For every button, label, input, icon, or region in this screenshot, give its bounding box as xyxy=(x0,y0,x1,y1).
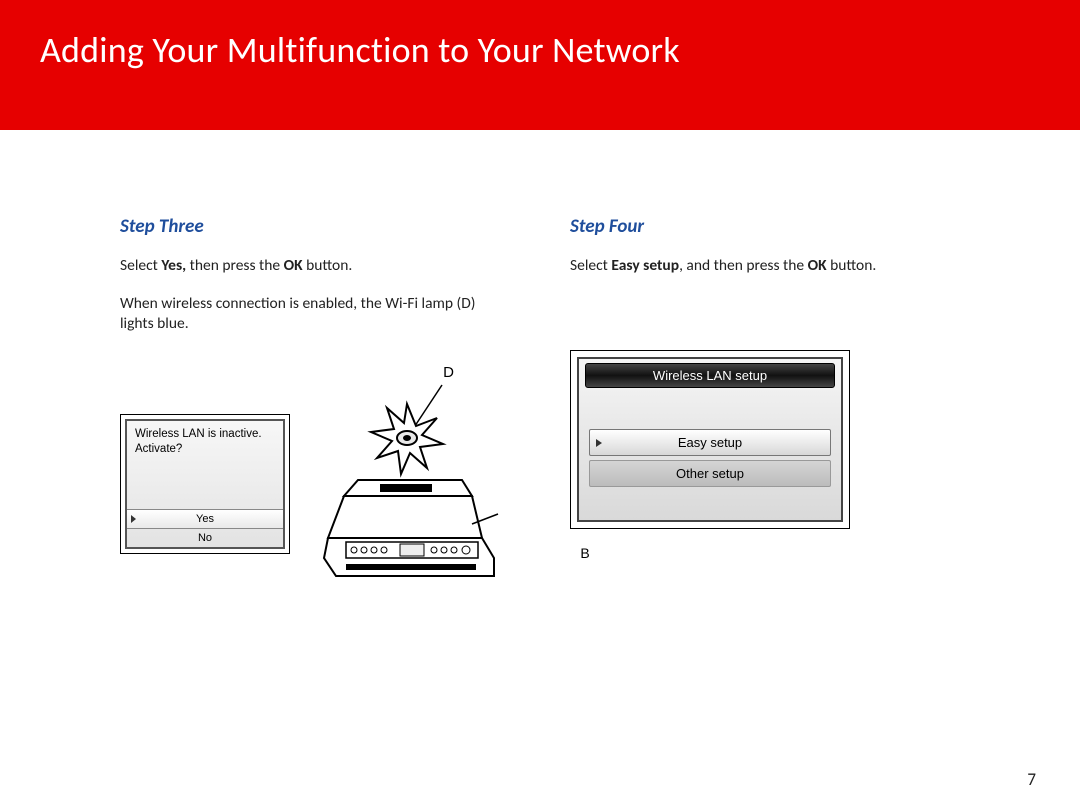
page-number: 7 xyxy=(1027,769,1036,790)
dialog-option-yes: Yes xyxy=(127,509,283,529)
printer-icon xyxy=(314,383,504,583)
slide-title: Adding Your Multifunction to Your Networ… xyxy=(40,28,1080,72)
option-easy-setup: Easy setup xyxy=(589,429,831,456)
callout-b-label: B xyxy=(580,545,589,561)
dialog-line-1: Wireless LAN is inactive. xyxy=(135,427,275,441)
activate-dialog-figure: Wireless LAN is inactive. Activate? Yes … xyxy=(120,414,290,554)
option-other-setup: Other setup xyxy=(589,460,831,487)
callout-d-label: D xyxy=(314,364,504,381)
step-four-instruction: Select Easy setup, and then press the OK… xyxy=(570,256,970,276)
step-three-heading: Step Three xyxy=(120,215,510,238)
step-three-column: Step Three Select Yes, then press the OK… xyxy=(0,215,540,607)
step-three-note: When wireless connection is enabled, the… xyxy=(120,294,510,334)
slide-header: Adding Your Multifunction to Your Networ… xyxy=(0,0,1080,130)
dialog-option-no: No xyxy=(127,529,283,547)
wireless-setup-title: Wireless LAN setup xyxy=(585,363,835,388)
step-three-instruction: Select Yes, then press the OK button. xyxy=(120,256,510,276)
wireless-setup-figure: Wireless LAN setup Easy setup Other setu… xyxy=(570,350,850,529)
step-four-heading: Step Four xyxy=(570,215,970,238)
dialog-line-2: Activate? xyxy=(135,442,275,456)
step-four-column: Step Four Select Easy setup, and then pr… xyxy=(540,215,1080,607)
printer-illustration: D xyxy=(314,364,504,607)
